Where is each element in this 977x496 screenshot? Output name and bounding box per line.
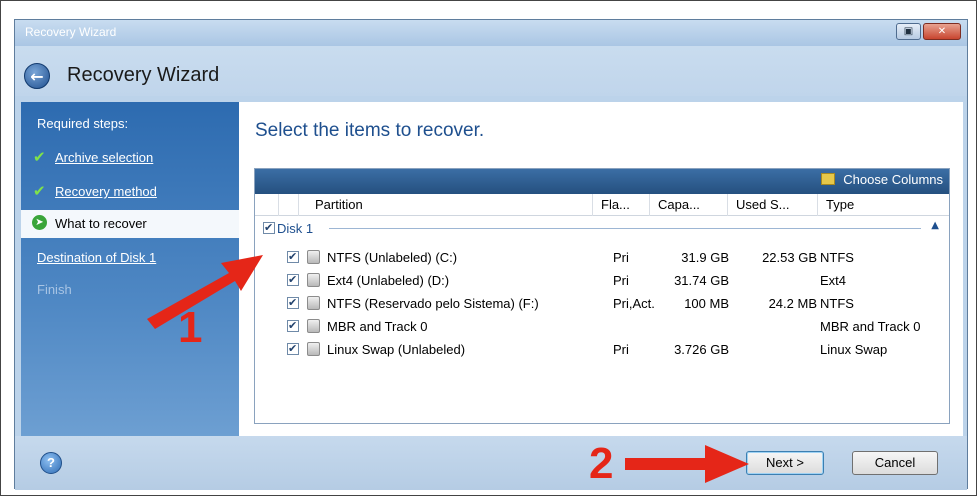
annotation-marker-1: 1 [178, 303, 203, 352]
annotation-marker-2: 2 [589, 439, 614, 488]
row-checkbox[interactable] [287, 250, 299, 263]
wizard-footer: ? Next > Cancel [15, 436, 967, 490]
sidebar-item-label: Archive selection [55, 150, 154, 165]
close-icon: ✕ [937, 26, 947, 37]
column-header-capacity[interactable]: Capa... [650, 194, 728, 216]
restore-button[interactable]: ▣ [896, 23, 921, 40]
partition-type: Ext4 [820, 273, 847, 288]
partition-capacity: 31.74 GB [674, 273, 729, 288]
current-step-arrow-icon: ➤ [32, 215, 47, 230]
checkmark-icon: ✔ [33, 148, 46, 166]
row-checkbox[interactable] [287, 296, 299, 309]
column-header-flags[interactable]: Fla... [593, 194, 650, 216]
annotation-arrow-2 [625, 445, 749, 483]
window-controls: ▣ ✕ [896, 23, 961, 40]
sidebar-item-label: Recovery method [55, 184, 157, 199]
drive-icon [307, 342, 320, 356]
sidebar-item-label: What to recover [55, 216, 147, 231]
partition-type: NTFS [820, 296, 854, 311]
partition-name: Linux Swap (Unlabeled) [327, 342, 466, 357]
partition-type: Linux Swap [820, 342, 888, 357]
back-button[interactable]: ← [24, 63, 50, 89]
table-row[interactable]: NTFS (Reservado pelo Sistema) (F:) Pri,A… [255, 292, 949, 315]
row-checkbox[interactable] [287, 319, 299, 332]
disk-group-row[interactable]: Disk 1 ▲ [255, 217, 949, 239]
help-button[interactable]: ? [40, 452, 62, 474]
partition-capacity: 100 MB [684, 296, 729, 311]
back-arrow-icon: ← [30, 67, 44, 86]
columns-icon [821, 173, 836, 185]
partition-name: NTFS (Reservado pelo Sistema) (F:) [327, 296, 539, 311]
screenshot-frame: Recovery Wizard ▣ ✕ ← Recovery Wizard Re… [0, 0, 977, 496]
checkmark-icon: ✔ [33, 182, 46, 200]
page-instruction: Select the items to recover. [255, 120, 485, 141]
drive-icon [307, 319, 320, 333]
row-checkbox[interactable] [287, 342, 299, 355]
column-header-checkbox [255, 194, 279, 216]
drive-icon [307, 250, 320, 264]
column-header-type[interactable]: Type [818, 194, 951, 216]
disk-group-label: Disk 1 [277, 221, 314, 236]
disk-1-checkbox[interactable] [263, 221, 275, 234]
title-bar[interactable]: Recovery Wizard ▣ ✕ [15, 20, 967, 46]
drive-icon [307, 273, 320, 287]
table-toolbar: Choose Columns [255, 169, 949, 194]
collapse-icon[interactable]: ▲ [931, 220, 939, 231]
annotation-arrow-1 [147, 255, 263, 329]
partition-flags: Pri [613, 250, 629, 265]
sidebar-item-archive-selection[interactable]: ✔ Archive selection [21, 144, 239, 172]
table-row[interactable]: Linux Swap (Unlabeled) Pri 3.726 GB Linu… [255, 338, 949, 361]
partition-type: NTFS [820, 250, 854, 265]
wizard-heading: Recovery Wizard [67, 64, 220, 86]
cancel-button[interactable]: Cancel [852, 451, 938, 475]
partition-used: 24.2 MB [768, 296, 817, 311]
required-steps-label: Required steps: [37, 116, 129, 131]
table-row[interactable]: MBR and Track 0 MBR and Track 0 [255, 315, 949, 338]
restore-icon: ▣ [903, 26, 914, 37]
partition-flags: Pri [613, 342, 629, 357]
help-icon: ? [47, 455, 55, 470]
table-row[interactable]: NTFS (Unlabeled) (C:) Pri 31.9 GB 22.53 … [255, 246, 949, 269]
column-header-used-space[interactable]: Used S... [728, 194, 818, 216]
partition-capacity: 31.9 GB [681, 250, 729, 265]
partition-type: MBR and Track 0 [820, 319, 921, 334]
table-header: Partition Fla... Capa... Used S... Type [255, 194, 949, 216]
partition-name: Ext4 (Unlabeled) (D:) [327, 273, 450, 288]
partition-capacity: 3.726 GB [674, 342, 729, 357]
table-row[interactable]: Ext4 (Unlabeled) (D:) Pri 31.74 GB Ext4 [255, 269, 949, 292]
group-divider [329, 228, 921, 229]
main-content: Select the items to recover. Choose Colu… [239, 102, 963, 436]
row-checkbox[interactable] [287, 273, 299, 286]
partition-flags: Pri [613, 273, 629, 288]
column-header-partition[interactable]: Partition [299, 194, 593, 216]
sidebar-item-label: Destination of Disk 1 [37, 250, 157, 265]
partition-table: Choose Columns Partition Fla... Capa... … [254, 168, 950, 424]
choose-columns-button[interactable]: Choose Columns [821, 172, 943, 191]
column-header-icon [279, 194, 299, 216]
partition-name: MBR and Track 0 [327, 319, 428, 334]
wizard-header: ← Recovery Wizard [15, 46, 967, 96]
close-button[interactable]: ✕ [923, 23, 961, 40]
drive-icon [307, 296, 320, 310]
partition-used: 22.53 GB [762, 250, 817, 265]
partition-name: NTFS (Unlabeled) (C:) [327, 250, 458, 265]
sidebar-item-recovery-method[interactable]: ✔ Recovery method [21, 178, 239, 206]
sidebar-item-what-to-recover[interactable]: ➤ What to recover [21, 210, 239, 238]
window-title: Recovery Wizard [25, 25, 117, 39]
next-button[interactable]: Next > [746, 451, 824, 475]
sidebar-item-label: Finish [37, 282, 72, 297]
partition-flags: Pri,Act. [613, 296, 655, 311]
